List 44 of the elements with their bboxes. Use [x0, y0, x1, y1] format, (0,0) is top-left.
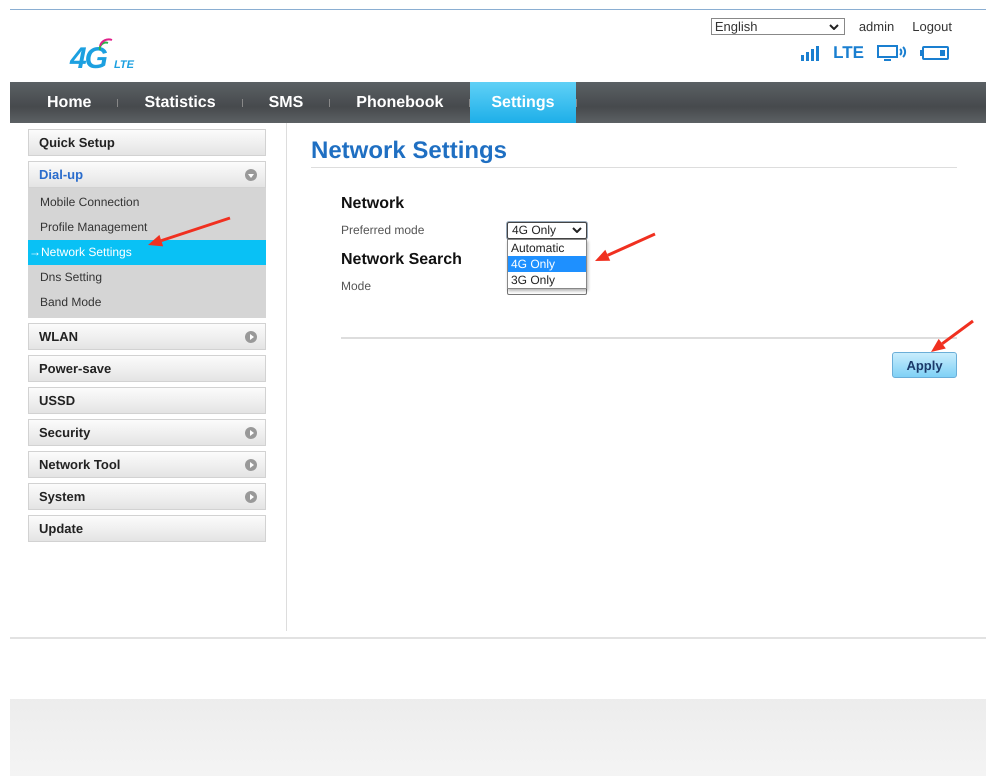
logout-link[interactable]: Logout — [912, 19, 952, 34]
field-label: Mode — [341, 279, 372, 293]
user-name: admin — [858, 19, 894, 34]
sidebar-item[interactable]: Network Tool — [28, 451, 266, 478]
nav-tab[interactable]: SMS — [268, 82, 304, 123]
sidebar-item[interactable]: Power-save — [28, 355, 266, 382]
sidebar-item[interactable]: WLAN — [28, 323, 266, 350]
chevron-icon — [572, 227, 582, 233]
sidebar-item[interactable]: Dial-up — [28, 161, 266, 188]
dropdown-field[interactable]: 4G Only — [507, 222, 587, 238]
network-type-label: LTE — [833, 43, 864, 63]
sidebar-item[interactable]: Update — [28, 515, 266, 542]
annotation-arrow — [595, 232, 656, 261]
sidebar-item[interactable]: System — [28, 483, 266, 510]
signal-icon — [800, 45, 820, 61]
submenu-item[interactable]: Profile Management — [28, 215, 266, 240]
apply-button[interactable]: Apply — [892, 352, 957, 378]
dropdown-option[interactable]: 3G Only — [508, 272, 586, 288]
dropdown-option[interactable]: Automatic — [508, 240, 586, 256]
submenu-item[interactable]: Dns Setting — [28, 265, 266, 290]
sidebar-item[interactable]: Quick Setup — [28, 129, 266, 156]
logo-text: 4G — [70, 44, 106, 74]
chevron-icon — [828, 24, 839, 30]
expand-icon — [245, 330, 257, 342]
nav-tab[interactable]: Statistics — [144, 82, 216, 123]
nav-tab[interactable]: Home — [47, 82, 92, 123]
sidebar-item[interactable]: Security — [28, 419, 266, 446]
section-heading: Network Search — [341, 251, 462, 269]
sidebar-item[interactable]: USSD — [28, 387, 266, 414]
submenu-item[interactable]: Band Mode — [28, 290, 266, 315]
expand-icon — [245, 458, 257, 470]
logo-subtext: LTE — [114, 59, 134, 71]
language-select[interactable]: English — [710, 18, 845, 35]
field-label: Preferred mode — [341, 223, 426, 237]
section-heading: Network — [341, 195, 404, 213]
battery-icon — [920, 45, 950, 61]
page-title: Network Settings — [311, 137, 957, 168]
monitor-icon — [877, 44, 907, 62]
annotation-arrow — [931, 320, 974, 352]
collapse-icon — [245, 168, 257, 180]
expand-icon — [245, 426, 257, 438]
nav-tab[interactable]: Phonebook — [356, 82, 444, 123]
expand-icon — [245, 490, 257, 502]
submenu-item[interactable]: Mobile Connection — [28, 190, 266, 215]
